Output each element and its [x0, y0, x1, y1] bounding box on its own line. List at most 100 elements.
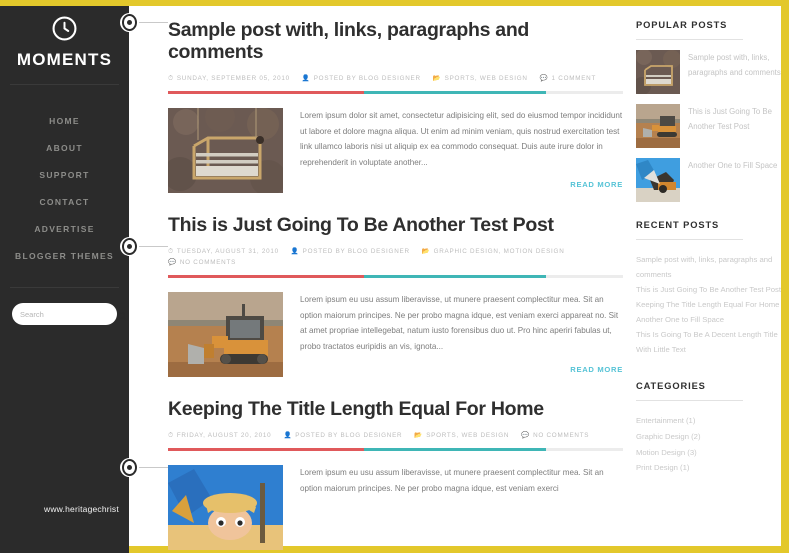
clock-meta-icon: ⏱: [168, 74, 174, 82]
sidebar-nav: HOME ABOUT SUPPORT CONTACT ADVERTISE BLO…: [0, 107, 129, 269]
post-thumbnail[interactable]: [168, 292, 283, 378]
post-meta: ⏱ SUNDAY, SEPTEMBER 05, 2010 👤 POSTED BY BL…: [168, 73, 623, 84]
post-body: Lorem ipsum eu usu assum liberavisse, ut…: [168, 292, 623, 378]
list-item[interactable]: Entertainment (1): [636, 413, 781, 429]
folder-icon: 📂: [421, 247, 431, 255]
sidebar-item-contact[interactable]: CONTACT: [0, 188, 129, 215]
post-title[interactable]: Keeping The Title Length Equal For Home: [168, 391, 623, 420]
search-icon[interactable]: [117, 309, 128, 321]
site-logo[interactable]: [0, 14, 129, 46]
read-more-link[interactable]: READ MORE: [300, 365, 623, 374]
divider-segment-teal: [363, 91, 546, 95]
post-divider: [168, 448, 623, 452]
post-title[interactable]: Sample post with, links, paragraphs and …: [168, 12, 623, 64]
sidebar-divider-bottom: [10, 287, 119, 288]
list-item[interactable]: Keeping The Title Length Equal For Home: [636, 297, 781, 312]
post-excerpt: Lorem ipsum dolor sit amet, consectetur …: [300, 111, 623, 167]
list-item[interactable]: Print Design (1): [636, 460, 781, 476]
list-item[interactable]: This is Just Going To Be Another Test Po…: [636, 104, 781, 150]
comment-icon: 💬: [539, 74, 549, 82]
anchor-marker-mid[interactable]: [120, 237, 139, 256]
read-more-link[interactable]: READ MORE: [300, 180, 623, 189]
post-comments-meta: 💬 NO COMMENTS: [168, 259, 237, 267]
divider-segment-teal: [363, 275, 546, 279]
clock-meta-icon: ⏱: [168, 247, 174, 255]
list-item[interactable]: Sample post with, links, paragraphs and …: [636, 252, 781, 282]
post-item: This is Just Going To Be Another Test Po…: [168, 207, 623, 378]
widget-popular-posts: POPULAR POSTS Sample post with, links, p…: [636, 12, 781, 204]
post-thumbnail[interactable]: [168, 108, 283, 194]
post-author-meta: 👤 POSTED BY BLOG DESIGNER: [301, 74, 421, 82]
sidebar-item-support[interactable]: SUPPORT: [0, 161, 129, 188]
post-categories-meta: 📂 SPORTS, WEB DESIGN: [432, 74, 528, 82]
user-icon: 👤: [301, 74, 311, 82]
widget-title: CATEGORIES: [636, 381, 706, 392]
post-title[interactable]: This is Just Going To Be Another Test Po…: [168, 207, 623, 236]
list-item[interactable]: Sample post with, links, paragraphs and …: [636, 50, 781, 96]
widget-title: POPULAR POSTS: [636, 20, 728, 30]
widget-divider: [636, 239, 743, 240]
brand-name: MOMENTS: [16, 50, 113, 69]
widget-recent-posts: RECENT POSTS Sample post with, links, pa…: [636, 212, 781, 357]
anchor-marker-bottom[interactable]: [120, 458, 139, 477]
popular-post-thumbnail[interactable]: [636, 104, 680, 148]
page-root: MOMENTS HOME ABOUT SUPPORT CONTACT ADVER…: [0, 0, 789, 553]
post-categories-meta: 📂 GRAPHIC DESIGN, MOTION DESIGN: [421, 247, 565, 255]
post-item: Sample post with, links, paragraphs and …: [168, 12, 623, 194]
divider-segment-red: [168, 275, 364, 279]
sidebar-item-advertise[interactable]: ADVERTISE: [0, 215, 129, 242]
widget-divider: [636, 39, 743, 40]
post-author-meta: 👤 POSTED BY BLOG DESIGNER: [283, 431, 403, 439]
post-meta: ⏱ FRIDAY, AUGUST 20, 2010 👤 POSTED BY BLOG …: [168, 430, 623, 441]
search-input[interactable]: [20, 309, 117, 319]
list-item[interactable]: Another One to Fill Space: [636, 312, 781, 327]
post-excerpt: Lorem ipsum eu usu assum liberavisse, ut…: [300, 468, 604, 493]
folder-icon: 📂: [432, 74, 442, 82]
list-item[interactable]: Another One to Fill Space: [636, 158, 781, 204]
list-item[interactable]: Graphic Design (2): [636, 429, 781, 445]
sidebar-item-about[interactable]: ABOUT: [0, 134, 129, 161]
list-item[interactable]: This Is Going To Be A Decent Length Titl…: [636, 327, 781, 357]
post-body: Lorem ipsum eu usu assum liberavisse, ut…: [168, 465, 623, 551]
left-sidebar: MOMENTS HOME ABOUT SUPPORT CONTACT ADVER…: [0, 6, 129, 553]
marker-line-mid: [138, 246, 168, 247]
sidebar-divider-top: [10, 84, 119, 85]
search-box[interactable]: [12, 303, 128, 325]
popular-post-list: Sample post with, links, paragraphs and …: [636, 50, 781, 204]
comment-icon: 💬: [521, 431, 531, 439]
list-item[interactable]: This is Just Going To Be Another Test Po…: [636, 282, 781, 297]
widget-title: RECENT POSTS: [636, 220, 720, 230]
list-item[interactable]: Motion Design (3): [636, 445, 781, 461]
post-item: Keeping The Title Length Equal For Home …: [168, 391, 623, 551]
divider-segment-red: [168, 91, 364, 95]
post-comments-meta: 💬 NO COMMENTS: [521, 431, 590, 439]
post-categories-meta: 📂 SPORTS, WEB DESIGN: [414, 431, 510, 439]
category-list: Entertainment (1) Graphic Design (2) Mot…: [636, 413, 781, 476]
post-body: Lorem ipsum dolor sit amet, consectetur …: [168, 108, 623, 194]
popular-post-thumbnail[interactable]: [636, 50, 680, 94]
post-thumbnail[interactable]: [168, 465, 283, 551]
post-divider: [168, 91, 623, 95]
anchor-marker-top[interactable]: [120, 13, 139, 32]
post-author-meta: 👤 POSTED BY BLOG DESIGNER: [290, 247, 410, 255]
clock-icon: [52, 16, 77, 41]
sidebar-item-blogger-themes[interactable]: BLOGGER THEMES: [0, 242, 129, 269]
sidebar-item-home[interactable]: HOME: [0, 107, 129, 134]
post-excerpt: Lorem ipsum eu usu assum liberavisse, ut…: [300, 295, 619, 351]
post-date-meta: ⏱ FRIDAY, AUGUST 20, 2010: [168, 431, 272, 439]
post-meta: ⏱ TUESDAY, AUGUST 31, 2010 👤 POSTED BY BLOG…: [168, 246, 623, 269]
widget-divider: [636, 400, 743, 402]
divider-segment-teal: [363, 448, 546, 452]
user-icon: 👤: [290, 247, 300, 255]
post-date-meta: ⏱ TUESDAY, AUGUST 31, 2010: [168, 247, 279, 255]
popular-post-thumbnail[interactable]: [636, 158, 680, 202]
right-sidebar: POPULAR POSTS Sample post with, links, p…: [636, 12, 781, 553]
recent-post-list: Sample post with, links, paragraphs and …: [636, 252, 781, 357]
marker-line-bottom: [138, 467, 168, 468]
post-date-meta: ⏱ SUNDAY, SEPTEMBER 05, 2010: [168, 74, 290, 82]
folder-icon: 📂: [414, 431, 424, 439]
post-comments-meta: 💬 1 COMMENT: [539, 74, 597, 82]
post-list: Sample post with, links, paragraphs and …: [168, 12, 623, 553]
widget-categories: CATEGORIES Entertainment (1) Graphic Des…: [636, 373, 781, 476]
divider-segment-red: [168, 448, 364, 452]
